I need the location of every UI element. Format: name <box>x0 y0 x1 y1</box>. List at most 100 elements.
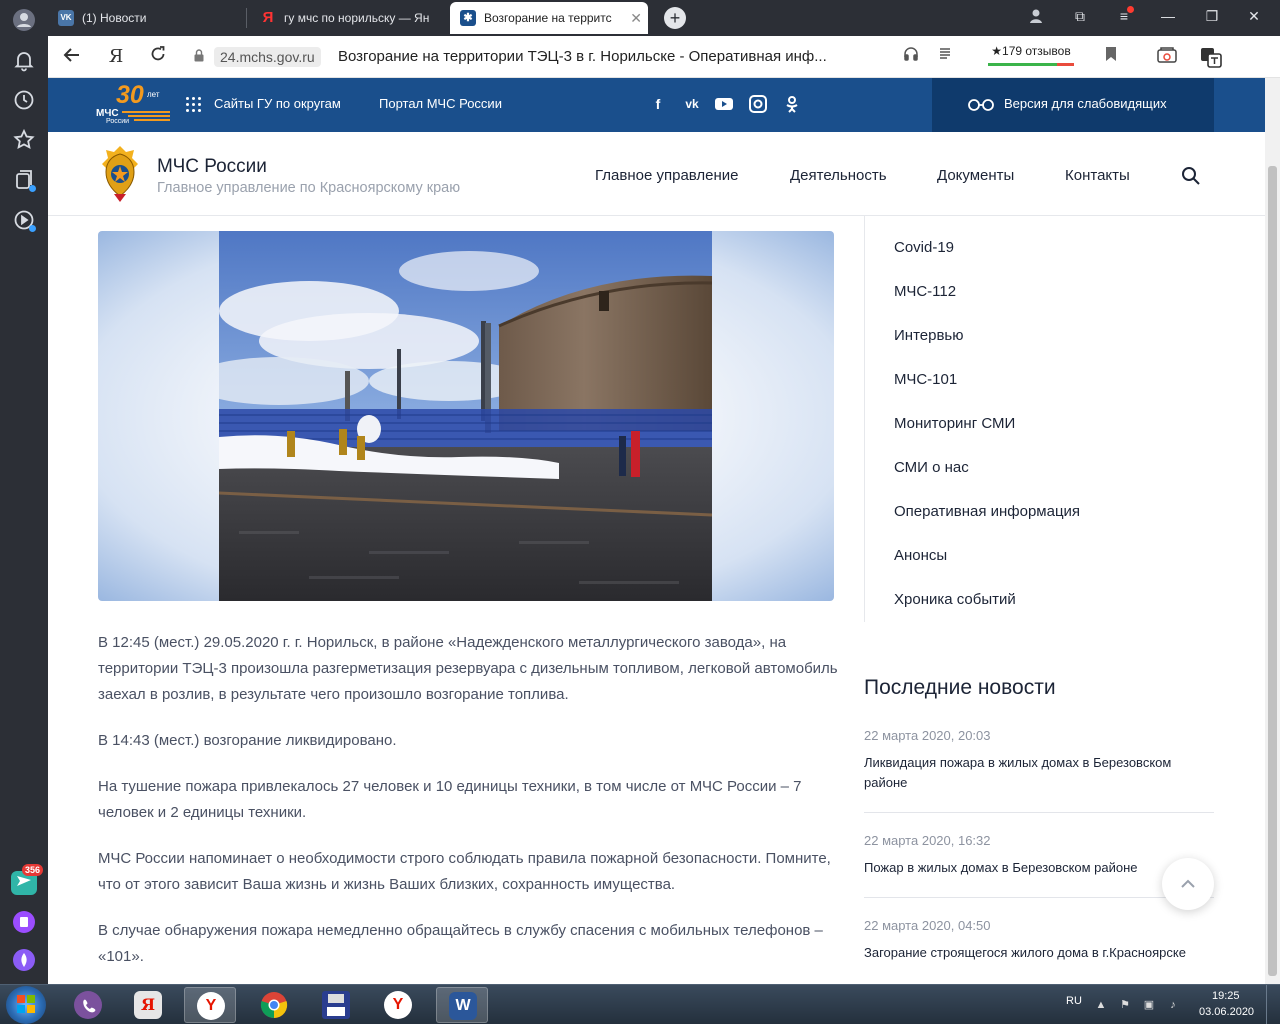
windows-taskbar: Я Y Y W RU ▲ ⚑ ▣ ♪ 19:25 03.06.2020 <box>0 984 1280 1024</box>
new-tab-button[interactable]: + <box>664 7 686 29</box>
sidebar-item-mchs101[interactable]: МЧС-101 <box>894 370 957 390</box>
clock-time[interactable]: 19:25 <box>1212 990 1240 1002</box>
tab-yandex-search[interactable]: Я гу мчс по норильску — Ян <box>250 2 446 34</box>
sidebar-item-interviews[interactable]: Интервью <box>894 326 964 346</box>
youtube-icon[interactable] <box>714 94 734 114</box>
regional-sites-link[interactable]: Сайты ГУ по округам <box>214 95 341 113</box>
sidebar-item-operational-info[interactable]: Оперативная информация <box>894 502 1080 522</box>
odnoklassniki-icon[interactable] <box>782 94 802 114</box>
scroll-to-top-button[interactable] <box>1162 858 1214 910</box>
close-window-icon[interactable]: ✕ <box>1244 8 1264 25</box>
review-rating-bar <box>988 63 1074 66</box>
browser-side-rail: 356 <box>0 0 48 984</box>
tab-label: Возгорание на территс <box>484 11 612 25</box>
sidebar-item-media-about-us[interactable]: СМИ о нас <box>894 458 969 478</box>
accessibility-version-button[interactable]: Версия для слабовидящих <box>932 78 1214 132</box>
accessibility-version-label: Версия для слабовидящих <box>1004 96 1167 111</box>
tabs-overview-icon[interactable]: ⧉ <box>1070 8 1090 25</box>
news-divider <box>864 897 1214 898</box>
bookmark-icon[interactable] <box>1100 46 1122 68</box>
reload-button[interactable] <box>146 45 170 69</box>
collections-icon[interactable] <box>12 168 36 192</box>
taskbar-chrome[interactable] <box>248 987 300 1023</box>
sites-grid-icon[interactable] <box>186 97 202 113</box>
logo-number: 30 <box>116 81 144 109</box>
restore-icon[interactable]: ❐ <box>1202 8 1222 25</box>
nav-main-directorate[interactable]: Главное управление <box>595 167 739 185</box>
nav-documents[interactable]: Документы <box>937 167 1014 185</box>
volume-icon[interactable]: ♪ <box>1166 998 1180 1012</box>
minimize-icon[interactable]: — <box>1158 8 1178 24</box>
sidebar-item-covid[interactable]: Covid-19 <box>894 238 954 258</box>
taskbar-word[interactable]: W <box>436 987 488 1023</box>
flag-icon[interactable]: ⚑ <box>1118 998 1132 1012</box>
sidebar-item-announcements[interactable]: Анонсы <box>894 546 947 566</box>
taskbar-yandex-browser-old[interactable]: Я <box>122 987 174 1023</box>
article-paragraph: В 14:43 (мест.) возгорание ликвидировано… <box>98 732 397 749</box>
notes-icon[interactable] <box>12 910 36 934</box>
news-title-link[interactable]: Загорание строящегося жилого дома в г.Кр… <box>864 943 1214 963</box>
star-icon[interactable] <box>12 128 36 152</box>
yandex-home-button[interactable]: Я <box>104 45 128 69</box>
tray-expand-icon[interactable]: ▲ <box>1094 998 1108 1012</box>
taskbar-yandex[interactable]: Y <box>372 987 424 1023</box>
nav-contacts[interactable]: Контакты <box>1065 167 1130 185</box>
bell-icon[interactable] <box>12 48 36 72</box>
sidebar-item-mchs112[interactable]: МЧС-112 <box>894 282 956 302</box>
close-icon[interactable]: ✕ <box>630 2 642 34</box>
mchs-portal-link[interactable]: Портал МЧС России <box>379 95 502 113</box>
network-icon[interactable]: ▣ <box>1142 998 1156 1012</box>
taskbar-save-app[interactable] <box>310 987 362 1023</box>
reviews-text: ★179 отзывов <box>991 44 1071 58</box>
scrollbar-thumb[interactable] <box>1268 166 1277 976</box>
news-title-link[interactable]: Пожар в жилых домах в Березовском районе <box>864 858 1154 878</box>
history-icon[interactable] <box>12 88 36 112</box>
tab-label: (1) Новости <box>82 11 147 25</box>
tableau-icon[interactable] <box>1156 46 1178 68</box>
taskbar-yandex-browser[interactable]: Y <box>184 987 236 1023</box>
sidebar-item-chronicle[interactable]: Хроника событий <box>894 590 1016 610</box>
tab-vk-news[interactable]: VK (1) Новости <box>48 2 244 34</box>
mchs-emblem-logo[interactable] <box>96 144 144 204</box>
viber-icon <box>74 991 102 1019</box>
chrome-icon <box>260 991 288 1019</box>
org-subtitle: Главное управление по Красноярскому краю <box>157 180 461 196</box>
messenger-icon[interactable]: 356 <box>11 864 44 895</box>
url-page-title: Возгорание на территории ТЭЦ-3 в г. Нори… <box>338 48 827 65</box>
instagram-icon[interactable] <box>748 94 768 114</box>
lock-icon <box>194 49 204 62</box>
alice-icon[interactable] <box>12 948 36 972</box>
reader-mode-icon[interactable] <box>934 46 956 68</box>
url-field[interactable]: 24.mchs.gov.ru Возгорание на территории … <box>184 42 924 72</box>
org-name[interactable]: МЧС России <box>157 156 267 178</box>
yandex-y-icon: Y <box>384 991 412 1019</box>
video-icon[interactable] <box>12 208 36 232</box>
tab-mchs-article[interactable]: ✱ Возгорание на территс ✕ <box>450 2 648 34</box>
taskbar-viber[interactable] <box>62 987 114 1023</box>
nav-activities[interactable]: Деятельность <box>790 167 887 185</box>
translate-icon[interactable] <box>1200 46 1222 68</box>
news-title-link[interactable]: Ликвидация пожара в жилых домах в Березо… <box>864 753 1214 793</box>
profile-icon[interactable] <box>12 8 36 32</box>
news-date: 22 марта 2020, 20:03 <box>864 728 991 743</box>
article-paragraph: В 12:45 (мест.) 29.05.2020 г. г. Норильс… <box>98 634 838 703</box>
menu-icon[interactable]: ≡ <box>1114 6 1134 24</box>
search-icon[interactable] <box>1181 166 1201 186</box>
account-icon[interactable] <box>1026 8 1046 27</box>
article-photo <box>219 231 712 601</box>
start-button[interactable] <box>6 986 46 1024</box>
yandex-icon: Я <box>262 9 274 26</box>
mchs-30-years-logo[interactable]: 30 лет МЧС России <box>96 82 174 126</box>
vk-icon[interactable]: vk <box>680 94 704 114</box>
language-indicator[interactable]: RU <box>1066 995 1082 1007</box>
yandex-browser-icon: Y <box>197 992 225 1020</box>
clock-date[interactable]: 03.06.2020 <box>1199 1006 1254 1018</box>
back-button[interactable] <box>60 45 84 69</box>
page-scrollbar[interactable] <box>1265 78 1280 984</box>
show-desktop-button[interactable] <box>1266 985 1280 1024</box>
news-divider <box>864 812 1214 813</box>
headphones-icon[interactable] <box>900 46 922 68</box>
site-reviews-badge[interactable]: ★179 отзывов <box>984 42 1078 66</box>
sidebar-item-media-monitoring[interactable]: Мониторинг СМИ <box>894 414 1015 434</box>
facebook-icon[interactable]: f <box>648 94 668 114</box>
